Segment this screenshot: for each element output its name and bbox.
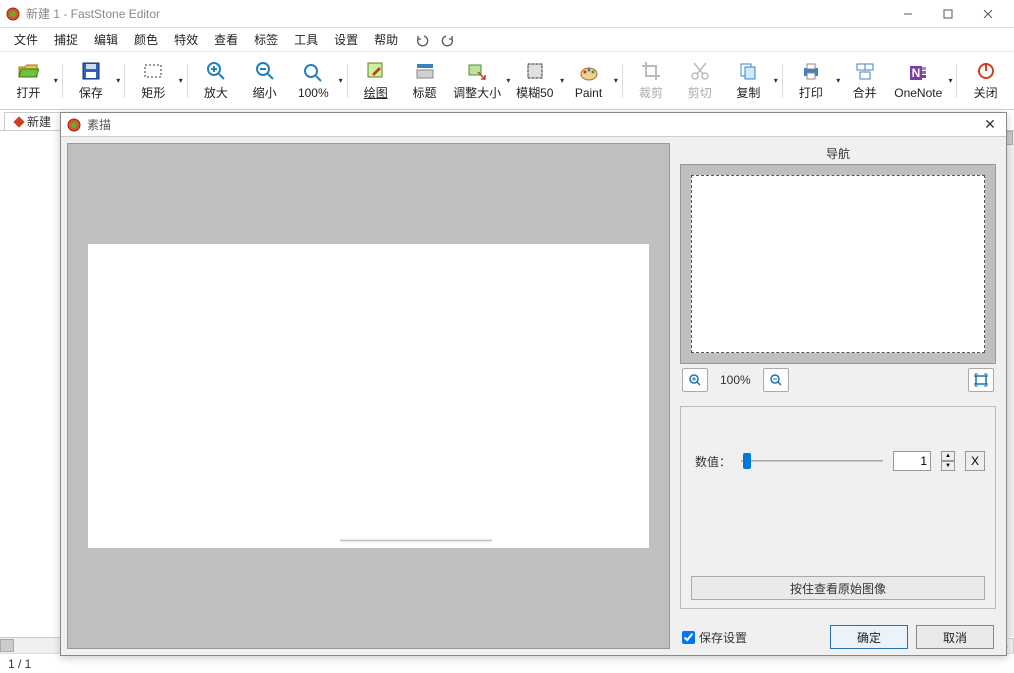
preview-background (67, 143, 670, 649)
folder-open-icon (17, 60, 39, 82)
crop-icon (640, 60, 662, 82)
value-spinner[interactable]: ▲▼ (941, 451, 955, 471)
printer-icon (800, 60, 822, 82)
toolbar-zoom-100[interactable]: 100% (289, 54, 338, 108)
toolbar-blur[interactable]: 模糊50 (510, 54, 559, 108)
menu-file[interactable]: 文件 (8, 29, 44, 50)
navigator-label: 导航 (680, 143, 996, 164)
toolbar-onenote[interactable]: N OneNote (889, 54, 947, 108)
toolbar-rect-select[interactable]: 矩形 (129, 54, 178, 108)
window-maximize-button[interactable] (928, 4, 968, 24)
toolbar-title[interactable]: 标题 (400, 54, 449, 108)
toolbar-copy[interactable]: 复制 (724, 54, 773, 108)
value-reset-button[interactable]: X (965, 451, 985, 471)
toolbar-zoom-in[interactable]: 放大 (192, 54, 241, 108)
document-tab[interactable]: 新建 (4, 112, 62, 130)
spinner-down[interactable]: ▼ (941, 461, 955, 471)
menu-color[interactable]: 颜色 (128, 29, 164, 50)
spinner-up[interactable]: ▲ (941, 451, 955, 461)
scrollbar-thumb[interactable] (0, 639, 14, 652)
settings-group: 数值： ▲▼ X 按住查看原始图像 (680, 406, 996, 609)
menu-settings[interactable]: 设置 (328, 29, 364, 50)
toolbar-merge[interactable]: 合并 (840, 54, 889, 108)
nav-fit-button[interactable] (968, 368, 994, 392)
menu-effects[interactable]: 特效 (168, 29, 204, 50)
app-icon (6, 7, 20, 21)
power-icon (975, 60, 997, 82)
draw-icon (365, 60, 387, 82)
main-toolbar: 打开 ▾ 保存 ▾ 矩形 ▾ 放大 缩小 100% ▾ 绘图 标题 调整大小 ▾… (0, 52, 1014, 110)
menu-help[interactable]: 帮助 (368, 29, 404, 50)
slider-thumb[interactable] (743, 453, 751, 469)
dialog-close-button[interactable]: ✕ (980, 115, 1000, 135)
menu-tools[interactable]: 工具 (288, 29, 324, 50)
toolbar-open[interactable]: 打开 (4, 54, 53, 108)
save-settings-label: 保存设置 (699, 629, 747, 646)
redo-icon[interactable] (440, 32, 456, 48)
zoom-in-icon (205, 60, 227, 82)
menu-tags[interactable]: 标签 (248, 29, 284, 50)
value-input[interactable] (893, 451, 931, 471)
dialog-title: 素描 (87, 116, 111, 133)
value-slider[interactable] (741, 451, 883, 471)
window-minimize-button[interactable] (888, 4, 928, 24)
toolbar-print[interactable]: 打印 (787, 54, 836, 108)
document-tab-label: 新建 (27, 113, 51, 130)
status-bar: 1 / 1 (0, 653, 1014, 673)
toolbar-zoom-out[interactable]: 缩小 (240, 54, 289, 108)
app-icon (67, 118, 81, 132)
toolbar-paint[interactable]: Paint (564, 54, 613, 108)
toolbar-draw[interactable]: 绘图 (351, 54, 400, 108)
palette-icon (578, 62, 600, 84)
modified-icon (13, 116, 24, 127)
side-panel: 导航 100% 数值： (676, 137, 1006, 655)
save-settings-input[interactable] (682, 631, 695, 644)
value-label: 数值： (691, 453, 731, 470)
onenote-icon: N (907, 62, 929, 84)
zoom-out-icon (254, 60, 276, 82)
preview-content (340, 540, 491, 541)
navigator-frame (680, 164, 996, 364)
menu-edit[interactable]: 编辑 (88, 29, 124, 50)
ok-button[interactable]: 确定 (830, 625, 908, 649)
toolbar-close[interactable]: 关闭 (961, 54, 1010, 108)
menu-capture[interactable]: 捕捉 (48, 29, 84, 50)
blur-icon (524, 60, 546, 82)
title-icon (414, 60, 436, 82)
toolbar-crop[interactable]: 裁剪 (627, 54, 676, 108)
selection-icon (142, 60, 164, 82)
toolbar-resize[interactable]: 调整大小 (449, 54, 506, 108)
nav-zoom-out-button[interactable] (763, 368, 789, 392)
window-title: 新建 1 - FastStone Editor (26, 5, 888, 22)
save-icon (80, 60, 102, 82)
toolbar-cut[interactable]: 剪切 (675, 54, 724, 108)
nav-zoom-label: 100% (716, 373, 755, 387)
sketch-dialog: 素描 ✕ 导航 100% (60, 112, 1007, 656)
preview-pane (61, 137, 676, 655)
zoom-100-icon (302, 62, 324, 84)
resize-icon (466, 60, 488, 82)
preview-canvas[interactable] (88, 244, 649, 548)
save-settings-checkbox[interactable]: 保存设置 (682, 629, 822, 646)
window-titlebar: 新建 1 - FastStone Editor (0, 0, 1014, 28)
menu-bar: 文件 捕捉 编辑 颜色 特效 查看 标签 工具 设置 帮助 (0, 28, 1014, 52)
page-indicator: 1 / 1 (8, 657, 31, 671)
merge-icon (854, 60, 876, 82)
menu-view[interactable]: 查看 (208, 29, 244, 50)
dialog-titlebar: 素描 ✕ (61, 113, 1006, 137)
hold-original-button[interactable]: 按住查看原始图像 (691, 576, 985, 600)
cancel-button[interactable]: 取消 (916, 625, 994, 649)
toolbar-save[interactable]: 保存 (67, 54, 116, 108)
nav-zoom-in-button[interactable] (682, 368, 708, 392)
undo-icon[interactable] (414, 32, 430, 48)
svg-text:N: N (912, 66, 921, 80)
copy-icon (737, 60, 759, 82)
navigator-viewport[interactable] (691, 175, 985, 353)
window-close-button[interactable] (968, 4, 1008, 24)
scissors-icon (689, 60, 711, 82)
